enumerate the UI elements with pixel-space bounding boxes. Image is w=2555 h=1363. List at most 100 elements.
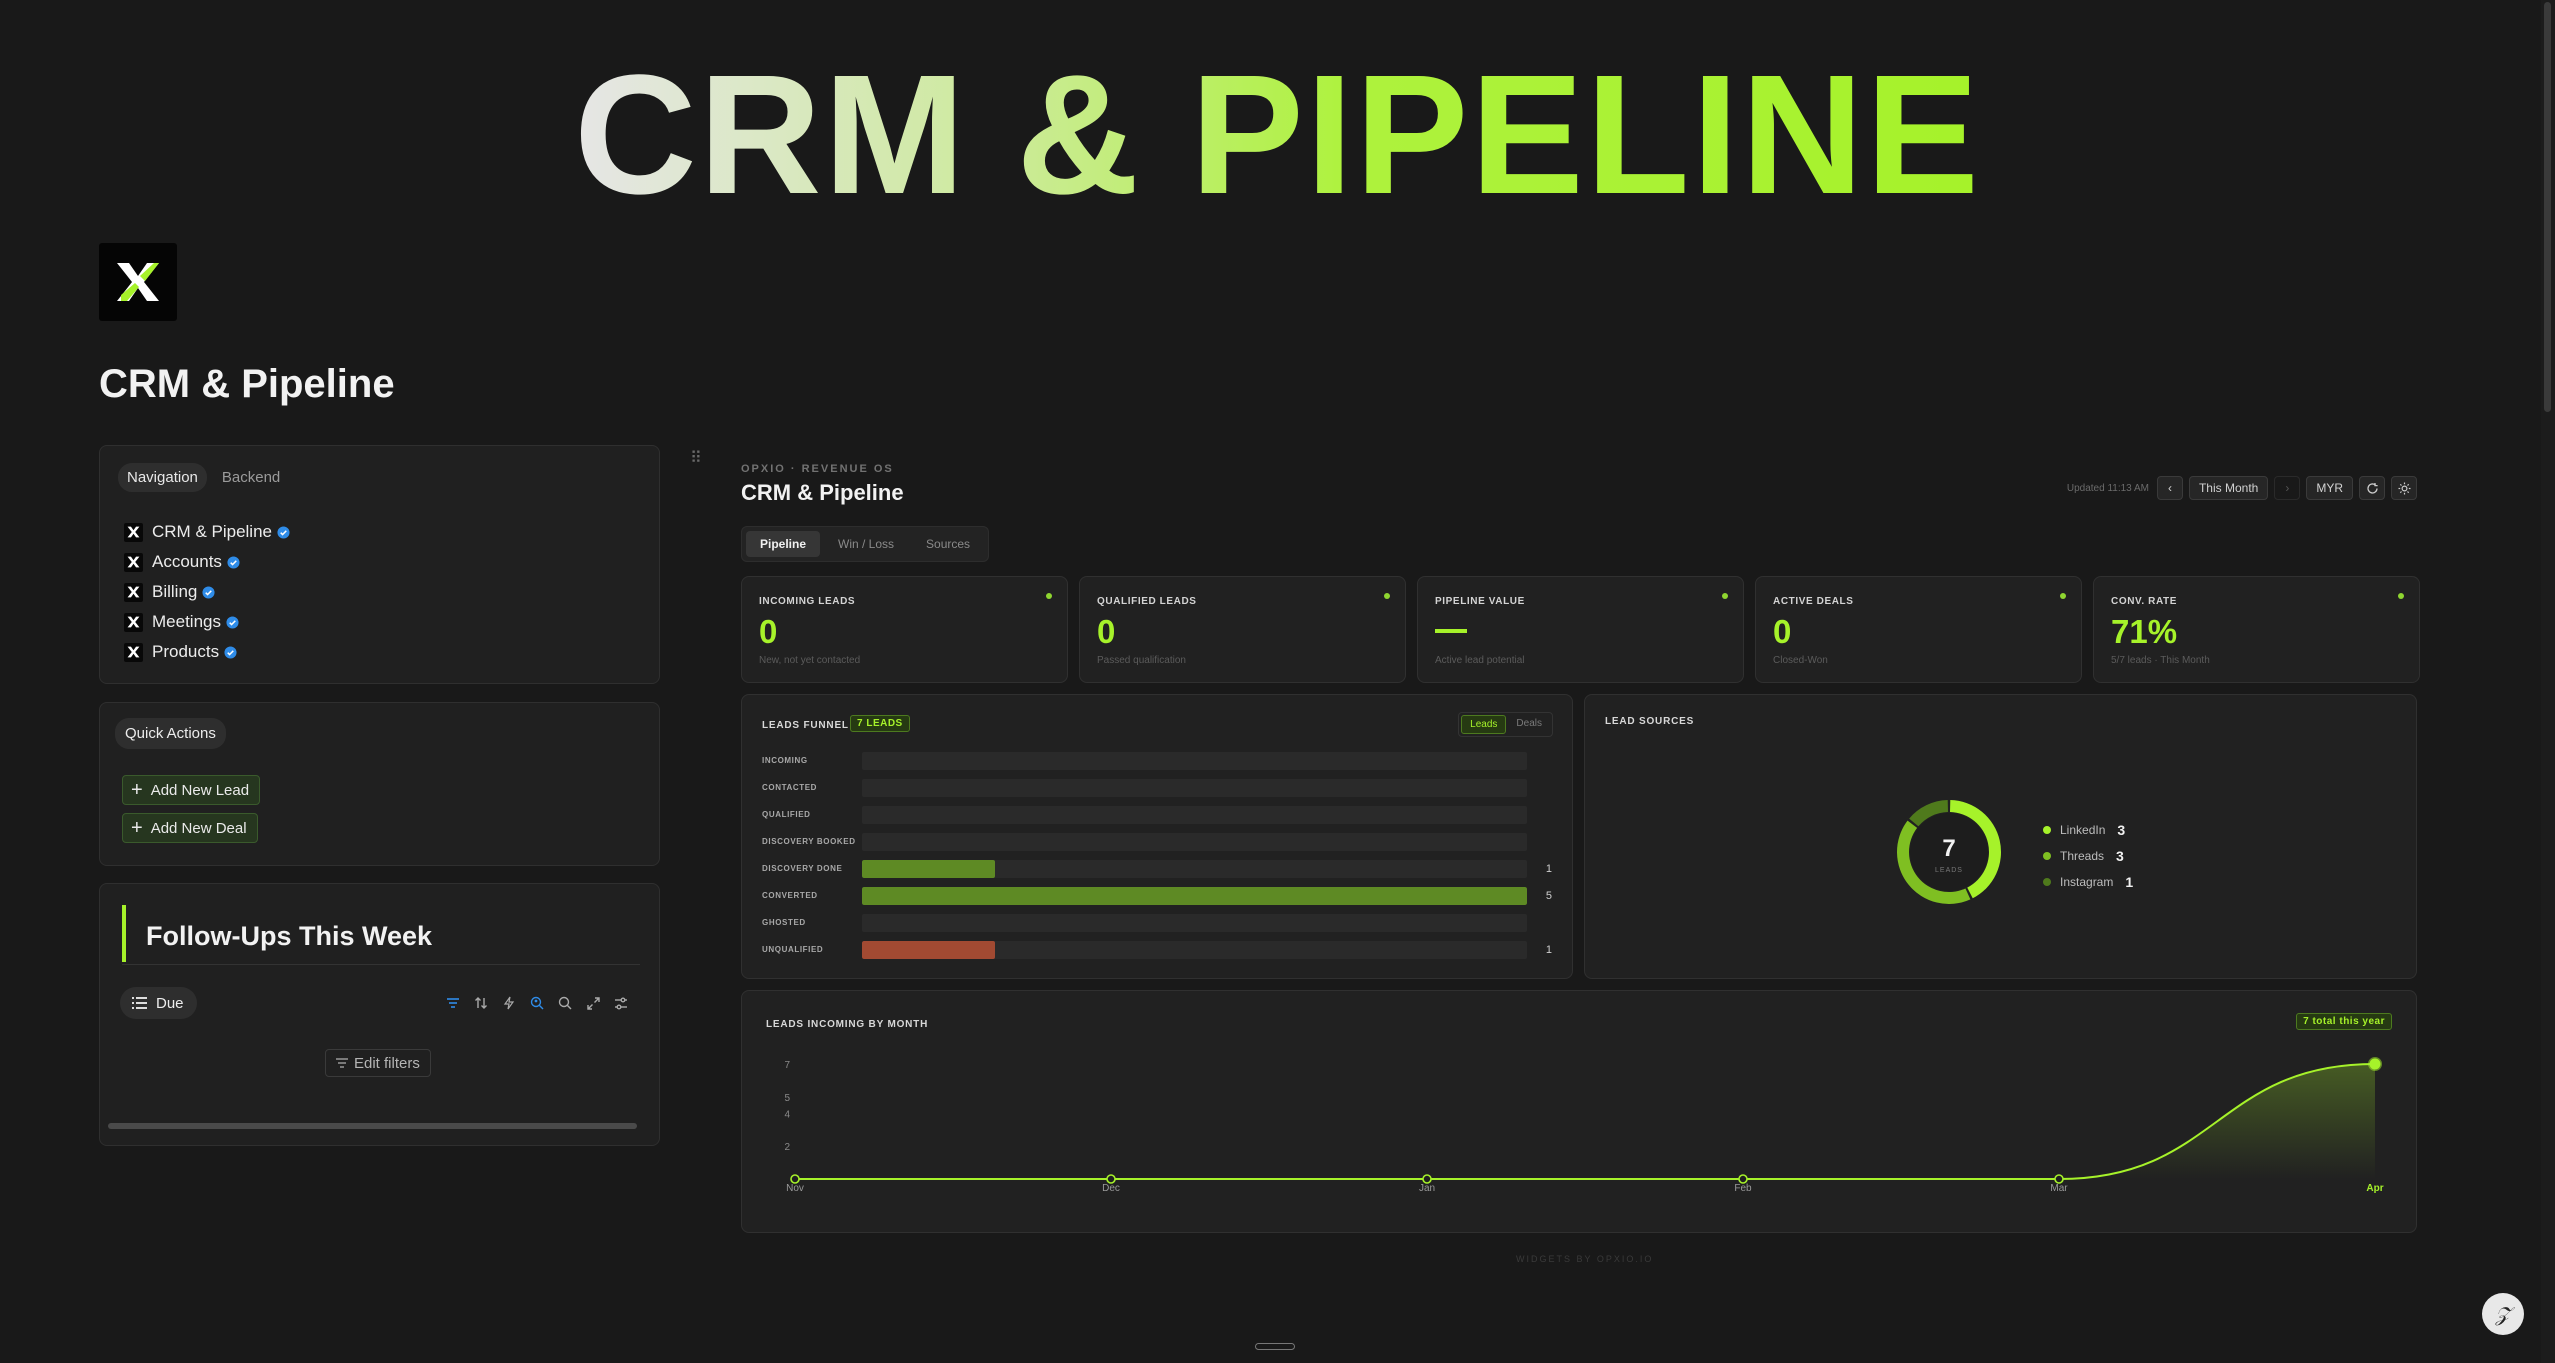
funnel-row: GHOSTED bbox=[762, 914, 1552, 932]
funnel-stage-label: CONVERTED bbox=[762, 891, 818, 900]
status-dot bbox=[2398, 593, 2404, 599]
verified-badge-icon bbox=[224, 645, 237, 659]
edit-filters-label: Edit filters bbox=[354, 1054, 420, 1072]
sort-icon[interactable] bbox=[473, 995, 489, 1011]
kpi-active-deals: ACTIVE DEALS 0 Closed-Won bbox=[1755, 576, 2082, 683]
verified-badge-icon bbox=[227, 555, 240, 569]
data-point[interactable] bbox=[790, 1174, 800, 1184]
kpi-value: 0 bbox=[759, 613, 778, 650]
x-tick-label: Dec bbox=[1102, 1183, 1120, 1194]
assistant-bubble-icon[interactable]: 𝒵 bbox=[2482, 1293, 2524, 1335]
kpi-pipeline-value: PIPELINE VALUE Active lead potential bbox=[1417, 576, 1744, 683]
lead-sources-donut: 7 LEADS bbox=[1897, 800, 2001, 904]
quick-actions-panel: Quick Actions + Add New Lead + Add New D… bbox=[99, 702, 660, 866]
funnel-track bbox=[862, 887, 1527, 905]
x-tick-label: Feb bbox=[1734, 1183, 1752, 1194]
toggle-deals[interactable]: Deals bbox=[1508, 715, 1550, 734]
funnel-stage-label: GHOSTED bbox=[762, 918, 806, 927]
dashboard-controls: Updated 11:13 AM ‹ This Month › MYR bbox=[2067, 476, 2417, 500]
filter-icon[interactable] bbox=[445, 995, 461, 1011]
y-tick-label: 7 bbox=[784, 1060, 790, 1071]
x-tick-label: Jan bbox=[1419, 1183, 1435, 1194]
data-point[interactable] bbox=[1106, 1174, 1116, 1184]
data-point[interactable] bbox=[2368, 1057, 2382, 1071]
funnel-stage-label: INCOMING bbox=[762, 756, 808, 765]
y-tick-label: 4 bbox=[784, 1109, 790, 1120]
funnel-track bbox=[862, 941, 1527, 959]
nav-item-products[interactable]: Products bbox=[124, 637, 290, 667]
page-title: CRM & Pipeline bbox=[99, 362, 395, 406]
list-icon bbox=[132, 997, 147, 1009]
kpi-label: ACTIVE DEALS bbox=[1773, 596, 1854, 607]
data-point[interactable] bbox=[2054, 1174, 2064, 1184]
kpi-incoming-leads: INCOMING LEADS 0 New, not yet contacted bbox=[741, 576, 1068, 683]
period-selector[interactable]: This Month bbox=[2188, 476, 2269, 500]
legend-item-linkedin: LinkedIn 3 bbox=[2043, 817, 2133, 843]
kpi-label: QUALIFIED LEADS bbox=[1097, 596, 1197, 607]
previous-period-button[interactable]: ‹ bbox=[2156, 476, 2183, 500]
funnel-row: CONVERTED 5 bbox=[762, 887, 1552, 905]
tab-pipeline[interactable]: Pipeline bbox=[746, 531, 821, 557]
legend-value: 3 bbox=[2117, 822, 2126, 838]
leads-by-month-card: LEADS INCOMING BY MONTH 7 total this yea… bbox=[741, 990, 2417, 1233]
series-area bbox=[795, 1064, 2375, 1179]
expand-icon[interactable] bbox=[585, 995, 601, 1011]
button-label: Add New Deal bbox=[150, 819, 247, 837]
x-tick-label: Nov bbox=[786, 1183, 804, 1194]
hero-banner-text: CRM & PIPELINE bbox=[573, 40, 1981, 230]
status-dot bbox=[1722, 593, 1728, 599]
add-new-deal-button[interactable]: + Add New Deal bbox=[122, 813, 258, 843]
funnel-track bbox=[862, 860, 1527, 878]
dashboard-eyebrow: OPXIO · REVENUE OS bbox=[741, 463, 894, 475]
search-icon[interactable] bbox=[557, 995, 573, 1011]
funnel-count: 1 bbox=[1545, 863, 1552, 875]
hero-banner: CRM & PIPELINE bbox=[0, 50, 2555, 220]
verified-badge-icon bbox=[277, 525, 290, 539]
horizontal-scrollbar[interactable] bbox=[108, 1123, 637, 1129]
add-new-lead-button[interactable]: + Add New Lead bbox=[122, 775, 261, 805]
legend-label: LinkedIn bbox=[2060, 823, 2106, 837]
nav-item-crm-pipeline[interactable]: CRM & Pipeline bbox=[124, 517, 290, 547]
data-point[interactable] bbox=[1422, 1174, 1432, 1184]
tab-sources[interactable]: Sources bbox=[912, 531, 984, 557]
leads-deals-toggle: Leads Deals bbox=[1458, 712, 1553, 737]
bottom-handle[interactable] bbox=[1255, 1343, 1295, 1350]
nav-item-accounts[interactable]: Accounts bbox=[124, 547, 290, 577]
theme-toggle-icon[interactable] bbox=[2391, 476, 2417, 500]
toggle-leads[interactable]: Leads bbox=[1461, 715, 1507, 734]
funnel-row: DISCOVERY BOOKED bbox=[762, 833, 1552, 851]
series-line bbox=[795, 1063, 2376, 1180]
drag-handle-icon[interactable]: ⠿ bbox=[690, 448, 702, 468]
tab-navigation[interactable]: Navigation bbox=[118, 463, 207, 492]
refresh-icon[interactable] bbox=[2359, 476, 2385, 500]
data-point[interactable] bbox=[1738, 1174, 1748, 1184]
y-tick-label: 5 bbox=[784, 1093, 790, 1104]
due-view-button[interactable]: Due bbox=[120, 987, 197, 1019]
funnel-row: INCOMING bbox=[762, 752, 1552, 770]
nav-item-label: Products bbox=[152, 642, 220, 661]
status-dot bbox=[1384, 593, 1390, 599]
tab-backend[interactable]: Backend bbox=[213, 463, 289, 492]
tab-win-loss[interactable]: Win / Loss bbox=[824, 531, 908, 557]
funnel-stage-label: UNQUALIFIED bbox=[762, 945, 824, 954]
lead-sources-title: LEAD SOURCES bbox=[1605, 716, 1695, 727]
kpi-label: CONV. RATE bbox=[2111, 596, 2178, 607]
navigation-panel: Navigation Backend CRM & Pipeline Accoun… bbox=[99, 445, 660, 684]
verified-badge-icon bbox=[202, 585, 215, 599]
nav-item-meetings[interactable]: Meetings bbox=[124, 607, 290, 637]
lightning-icon[interactable] bbox=[501, 995, 517, 1011]
currency-selector[interactable]: MYR bbox=[2306, 476, 2353, 500]
settings-sliders-icon[interactable] bbox=[613, 995, 629, 1011]
opxio-mini-logo-icon bbox=[124, 582, 143, 602]
nav-item-billing[interactable]: Billing bbox=[124, 577, 290, 607]
scrollbar-thumb[interactable] bbox=[2544, 2, 2551, 412]
y-tick-label: 2 bbox=[784, 1142, 790, 1153]
funnel-title: LEADS FUNNEL bbox=[762, 720, 849, 731]
updated-timestamp: Updated 11:13 AM bbox=[2066, 482, 2149, 494]
next-period-button[interactable]: › bbox=[2274, 476, 2301, 500]
nav-item-label: Meetings bbox=[152, 612, 221, 631]
page-scrollbar[interactable] bbox=[2541, 0, 2555, 1363]
plus-icon: + bbox=[131, 779, 143, 801]
search-people-icon[interactable] bbox=[529, 995, 545, 1011]
edit-filters-button[interactable]: Edit filters bbox=[325, 1049, 431, 1077]
